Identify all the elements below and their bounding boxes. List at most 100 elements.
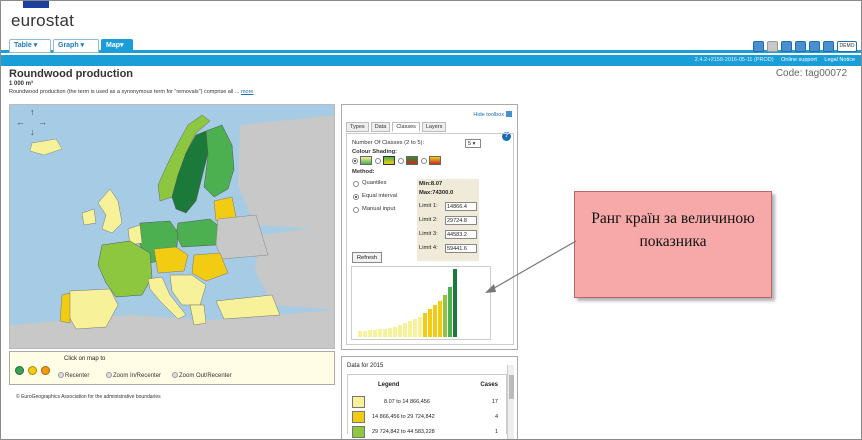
info-icon[interactable] [781,41,792,52]
country-poland[interactable] [175,218,221,248]
globe-icon[interactable] [15,366,24,375]
zoom-in-icon[interactable] [28,366,37,375]
limit-3-input[interactable]: 44583.2 [445,230,477,239]
tab-classes[interactable]: Classes [392,122,420,132]
max-value: 74300.0 [432,190,454,196]
histogram-bar [403,323,407,337]
data-panel-scrollbar[interactable] [507,365,514,439]
shading-green-yellow[interactable] [383,156,395,165]
dataset-description: Roundwood production (the term is used a… [9,89,253,95]
legend-row: 14 866,456 to 29 724,842 4 [352,411,502,423]
shading-radio-4[interactable] [421,158,427,164]
annotation-callout: Ранг країн за величиною показника [574,191,772,298]
eurostat-logo: eurostat [11,11,75,30]
method-quantiles-radio[interactable] [353,181,359,187]
hide-toolbox-link[interactable]: Hide toolbox [473,111,512,118]
histogram-bar [398,325,402,337]
shading-yellow-red[interactable] [429,156,441,165]
option-recenter[interactable]: Recenter [58,372,89,379]
legend-cases: 17 [491,399,498,405]
limit-1-label: Limit 1: [419,203,438,209]
tab-graph[interactable]: Graph ▾ [53,39,99,53]
info-bar: 2.4.2-r2159-2016-05-11 (PROD) Online sup… [1,55,861,66]
max-label-text: Max: [419,190,433,196]
legend-swatch [352,411,365,423]
classes-count-select[interactable]: 5 ▾ [465,139,481,148]
dataset-code: Code: tag00072 [775,68,847,79]
tab-map[interactable]: Map▾ [101,39,133,53]
limit-1-input[interactable]: 14866.4 [445,202,477,211]
method-manual-radio[interactable] [353,207,359,213]
shading-radio-1[interactable] [352,158,358,164]
method-equal-interval-label: Equal interval [362,193,398,199]
hide-toolbox-label: Hide toolbox [473,112,504,118]
version-label: 2.4.2-r2159-2016-05-11 (PROD) [694,57,774,63]
method-manual-label: Manual input [362,206,396,212]
toolbox-tabs: Types Data Classes Layers [346,122,447,132]
histogram-svg [358,269,457,337]
histogram-bar [408,321,412,337]
view-tabbar: Table ▾ Graph ▾ Map▾ [1,37,861,53]
export-icon[interactable] [809,41,820,52]
pan-down-icon[interactable]: ↓ [30,127,35,137]
description-text: Roundwood production (the term is used a… [9,89,240,95]
save-icon[interactable] [795,41,806,52]
limit-4-label: Limit 4: [419,245,438,251]
legend-table: Legend Cases 8.07 to 14 866,456 17 14 86… [347,374,507,438]
more-link[interactable]: more [241,89,254,95]
option-zoom-in-recenter[interactable]: Zoom In/Recenter [106,372,161,379]
histogram-bar [448,287,452,337]
online-support-link[interactable]: Online support [781,57,817,63]
page-title: Roundwood production [9,68,134,80]
app-window: eurostat Table ▾ Graph ▾ Map▾ DEMO 2.4.2… [0,0,862,440]
histogram-bar [438,301,442,337]
refresh-button[interactable]: Refresh [352,252,382,263]
legend-cases: 4 [494,414,498,420]
scrollbar-thumb[interactable] [509,375,514,399]
option-recenter-label: Recenter [65,373,90,379]
legend-range: 14 866,456 to 29 724,842 [372,414,435,420]
data-year-title: Data for 2015 [347,363,384,369]
limit-2-input[interactable]: 29724.8 [445,216,477,225]
method-quantiles-label: Quantiles [362,180,387,186]
histogram-bar [373,330,377,337]
tab-table[interactable]: Table ▾ [9,39,51,53]
page-icon[interactable] [767,41,778,52]
window-icon[interactable] [823,41,834,52]
europe-map-svg [10,105,334,348]
radio-icon [58,372,64,378]
shading-green-red[interactable] [406,156,418,165]
histogram-bar [413,319,417,337]
tab-layers[interactable]: Layers [421,122,447,132]
method-equal-interval-radio[interactable] [353,194,359,200]
pan-left-icon[interactable]: ← [16,117,25,127]
limit-4-input[interactable]: 59441.6 [445,244,477,253]
histogram-bar [358,331,362,337]
limit-2-label: Limit 2: [419,217,438,223]
limit-3-label: Limit 3: [419,231,438,237]
shading-yellow-green[interactable] [360,156,372,165]
pan-up-icon[interactable]: ↑ [30,107,35,117]
histogram-bar [388,328,392,337]
histogram-bar [433,305,437,337]
zoom-out-icon[interactable] [41,366,50,375]
histogram-bar [418,317,422,337]
legend-range: 29 724,842 to 44 583,228 [372,429,435,435]
demo-button[interactable]: DEMO [837,41,857,52]
eu-flag-icon [23,1,49,8]
shading-radio-3[interactable] [398,158,404,164]
choropleth-map[interactable]: ↑ ← → ↓ [9,104,335,349]
legal-notice-link[interactable]: Legal Notice [824,57,855,63]
copyright-text: © EuroGeographics Association for the ad… [16,394,161,400]
print-icon[interactable] [753,41,764,52]
tab-types[interactable]: Types [346,122,369,132]
shading-radio-2[interactable] [375,158,381,164]
option-zoom-out-recenter[interactable]: Zoom Out/Recenter [172,372,232,379]
cases-header: Cases [480,382,498,388]
histogram-bar [363,331,367,337]
legend-cases: 1 [494,429,498,435]
tab-data[interactable]: Data [370,122,391,132]
min-max-box: Min:8.07 Max:74300.0 Limit 1: 14866.4 Li… [417,179,479,261]
histogram-bar [393,327,397,337]
pan-right-icon[interactable]: → [38,117,47,127]
